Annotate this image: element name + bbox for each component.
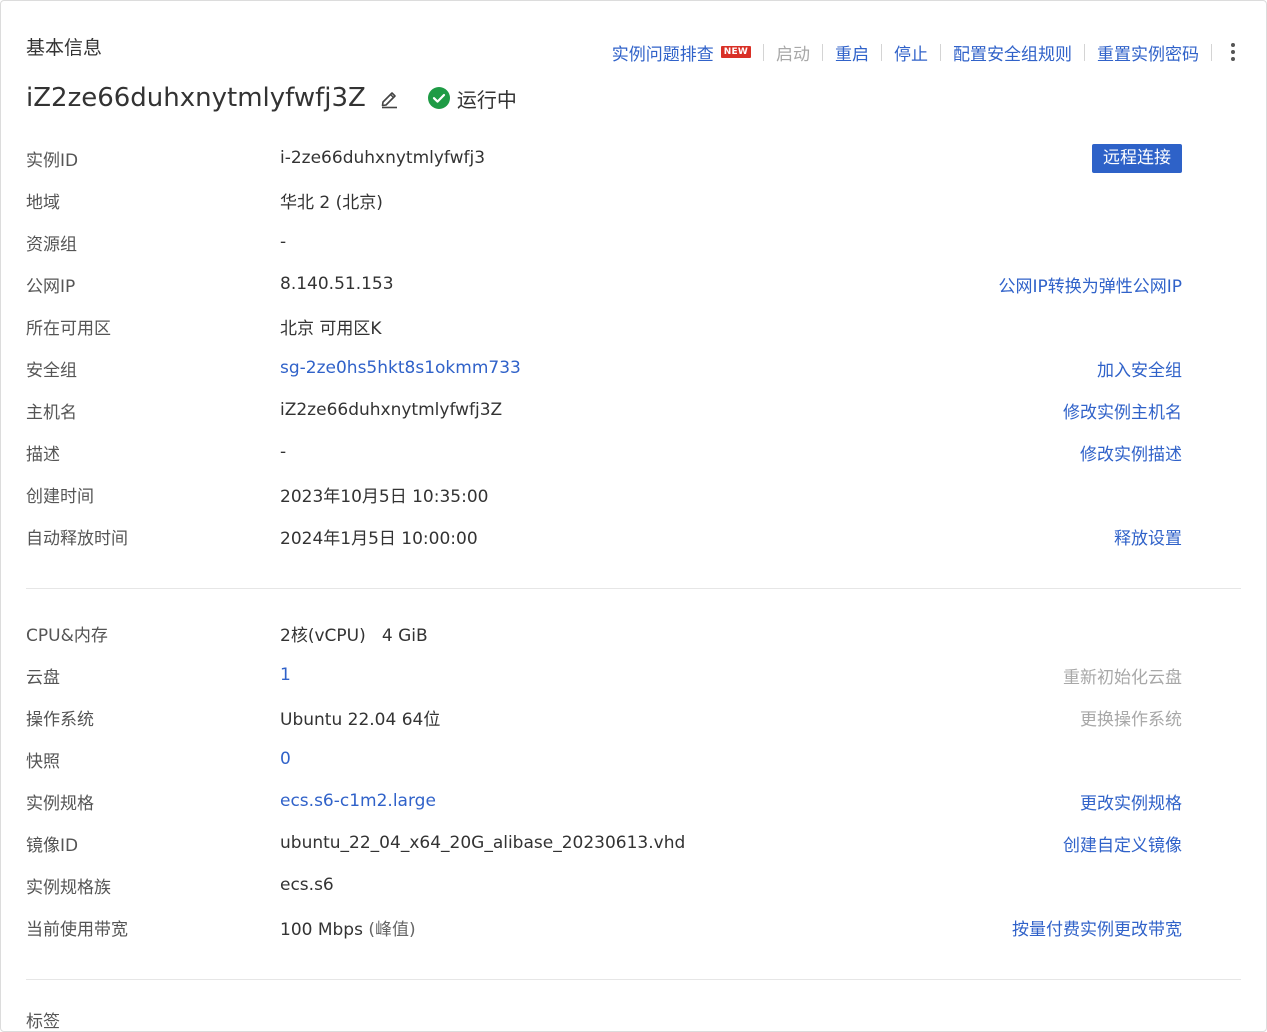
row-label: 操作系统: [26, 709, 94, 730]
row-label: 实例ID: [26, 150, 79, 171]
stop-button[interactable]: 停止: [894, 40, 928, 65]
row-label: 自动释放时间: [26, 528, 128, 549]
start-button[interactable]: 启动: [776, 40, 810, 65]
row-label: 实例规格族: [26, 877, 111, 898]
snapshot-count-link[interactable]: 0: [280, 749, 291, 769]
troubleshoot-label: 实例问题排查: [611, 44, 714, 65]
row-instance-type: 实例规格 ecs.s6-c1m2.large 更改实例规格: [26, 787, 1182, 815]
action-divider: [763, 43, 764, 61]
row-public-ip: 公网IP 8.140.51.153 公网IP转换为弹性公网IP: [26, 270, 1182, 298]
instance-title-row: iZ2ze66duhxnytmlyfwfj3Z 运行中: [26, 81, 517, 115]
reinit-disk-link[interactable]: 重新初始化云盘: [1063, 663, 1182, 688]
modify-hostname-link[interactable]: 修改实例主机名: [1063, 398, 1182, 423]
action-divider: [1211, 43, 1212, 61]
change-instance-type-link[interactable]: 更改实例规格: [1080, 789, 1182, 814]
row-label: 描述: [26, 444, 60, 465]
row-snapshot: 快照 0: [26, 745, 1182, 773]
bandwidth-amount: 100 Mbps: [280, 919, 363, 940]
auto-release-time-value: 2024年1月5日 10:00:00: [280, 528, 478, 549]
row-hostname: 主机名 iZ2ze66duhxnytmlyfwfj3Z 修改实例主机名: [26, 396, 1182, 424]
section-divider: [26, 588, 1241, 589]
row-label: 地域: [26, 192, 60, 213]
row-region: 地域 华北 2 (北京): [26, 186, 1182, 214]
hostname-value: iZ2ze66duhxnytmlyfwfj3Z: [280, 400, 503, 420]
description-value: -: [280, 442, 287, 462]
check-circle-icon: [427, 87, 450, 109]
row-instance-id: 实例ID i-2ze66duhxnytmlyfwfj3 远程连接: [26, 143, 1182, 173]
row-label: 快照: [26, 751, 60, 772]
troubleshoot-button[interactable]: 实例问题排查 NEW: [612, 40, 751, 65]
os-value: Ubuntu 22.04 64位: [280, 709, 441, 730]
action-divider: [1084, 43, 1085, 61]
row-instance-family: 实例规格族 ecs.s6: [26, 871, 1182, 899]
instance-family-value: ecs.s6: [280, 875, 334, 895]
row-zone: 所在可用区 北京 可用区K: [26, 312, 1182, 340]
row-label: 主机名: [26, 402, 77, 423]
remote-connect-button[interactable]: 远程连接: [1092, 143, 1182, 173]
disk-count-link[interactable]: 1: [280, 665, 291, 685]
resource-group-value: -: [280, 232, 287, 252]
row-auto-release-time: 自动释放时间 2024年1月5日 10:00:00 释放设置: [26, 522, 1182, 550]
action-divider: [940, 43, 941, 61]
row-security-group: 安全组 sg-2ze0hs5hkt8s1okmm733 加入安全组: [26, 354, 1182, 382]
row-label: 云盘: [26, 667, 60, 688]
action-divider: [881, 43, 882, 61]
tags-section-label: 标签: [26, 1012, 60, 1032]
public-ip-value: 8.140.51.153: [280, 274, 394, 294]
instance-type-link[interactable]: ecs.s6-c1m2.large: [280, 791, 436, 811]
new-badge: NEW: [720, 46, 751, 58]
reset-password-button[interactable]: 重置实例密码: [1097, 40, 1199, 65]
row-resource-group: 资源组 -: [26, 228, 1182, 256]
row-disk: 云盘 1 重新初始化云盘: [26, 661, 1182, 689]
row-label: 资源组: [26, 234, 77, 255]
row-os: 操作系统 Ubuntu 22.04 64位 更换操作系统: [26, 703, 1182, 731]
change-bandwidth-link[interactable]: 按量付费实例更改带宽: [1012, 915, 1182, 940]
row-label: 镜像ID: [26, 835, 79, 856]
release-settings-link[interactable]: 释放设置: [1114, 524, 1182, 549]
modify-description-link[interactable]: 修改实例描述: [1080, 440, 1182, 465]
region-value: 华北 2 (北京): [280, 192, 383, 213]
status-text: 运行中: [456, 87, 517, 112]
row-label: 所在可用区: [26, 318, 111, 339]
basic-info-card: 基本信息 实例问题排查 NEW 启动 重启 停止 配置安全组规则 重置实例密码 …: [0, 0, 1267, 1032]
zone-value: 北京 可用区K: [280, 318, 382, 339]
row-description: 描述 - 修改实例描述: [26, 438, 1182, 466]
row-label: 实例规格: [26, 793, 94, 814]
instance-id-value: i-2ze66duhxnytmlyfwfj3: [280, 148, 486, 168]
row-label: 创建时间: [26, 486, 94, 507]
instance-name: iZ2ze66duhxnytmlyfwfj3Z: [26, 83, 366, 113]
action-divider: [822, 43, 823, 61]
image-id-value: ubuntu_22_04_x64_20G_alibase_20230613.vh…: [280, 833, 686, 853]
row-label: 当前使用带宽: [26, 919, 128, 940]
row-created-time: 创建时间 2023年10月5日 10:35:00: [26, 480, 1182, 508]
configure-security-group-rules-button[interactable]: 配置安全组规则: [953, 40, 1072, 65]
row-label: CPU&内存: [26, 625, 108, 646]
security-group-link[interactable]: sg-2ze0hs5hkt8s1okmm733: [280, 358, 521, 378]
row-label: 公网IP: [26, 276, 76, 297]
bandwidth-value: 100 Mbps (峰值): [280, 915, 416, 940]
bandwidth-suffix: (峰值): [368, 919, 416, 940]
header-actions: 实例问题排查 NEW 启动 重启 停止 配置安全组规则 重置实例密码: [612, 39, 1242, 65]
section-divider: [26, 979, 1241, 980]
section-title: 基本信息: [26, 37, 103, 59]
join-security-group-link[interactable]: 加入安全组: [1097, 356, 1182, 381]
row-label: 安全组: [26, 360, 77, 381]
change-os-link[interactable]: 更换操作系统: [1080, 705, 1182, 730]
restart-button[interactable]: 重启: [835, 40, 869, 65]
cpu-memory-value: 2核(vCPU) 4 GiB: [280, 625, 428, 646]
row-cpu-memory: CPU&内存 2核(vCPU) 4 GiB: [26, 619, 1182, 647]
convert-to-eip-link[interactable]: 公网IP转换为弹性公网IP: [998, 272, 1182, 297]
instance-status: 运行中: [427, 84, 517, 113]
row-bandwidth: 当前使用带宽 100 Mbps (峰值) 按量付费实例更改带宽: [26, 913, 1182, 941]
pencil-edit-icon[interactable]: [378, 87, 400, 109]
vertical-ellipsis-icon[interactable]: [1224, 39, 1242, 65]
create-custom-image-link[interactable]: 创建自定义镜像: [1063, 831, 1182, 856]
row-image-id: 镜像ID ubuntu_22_04_x64_20G_alibase_202306…: [26, 829, 1182, 857]
created-time-value: 2023年10月5日 10:35:00: [280, 486, 489, 507]
